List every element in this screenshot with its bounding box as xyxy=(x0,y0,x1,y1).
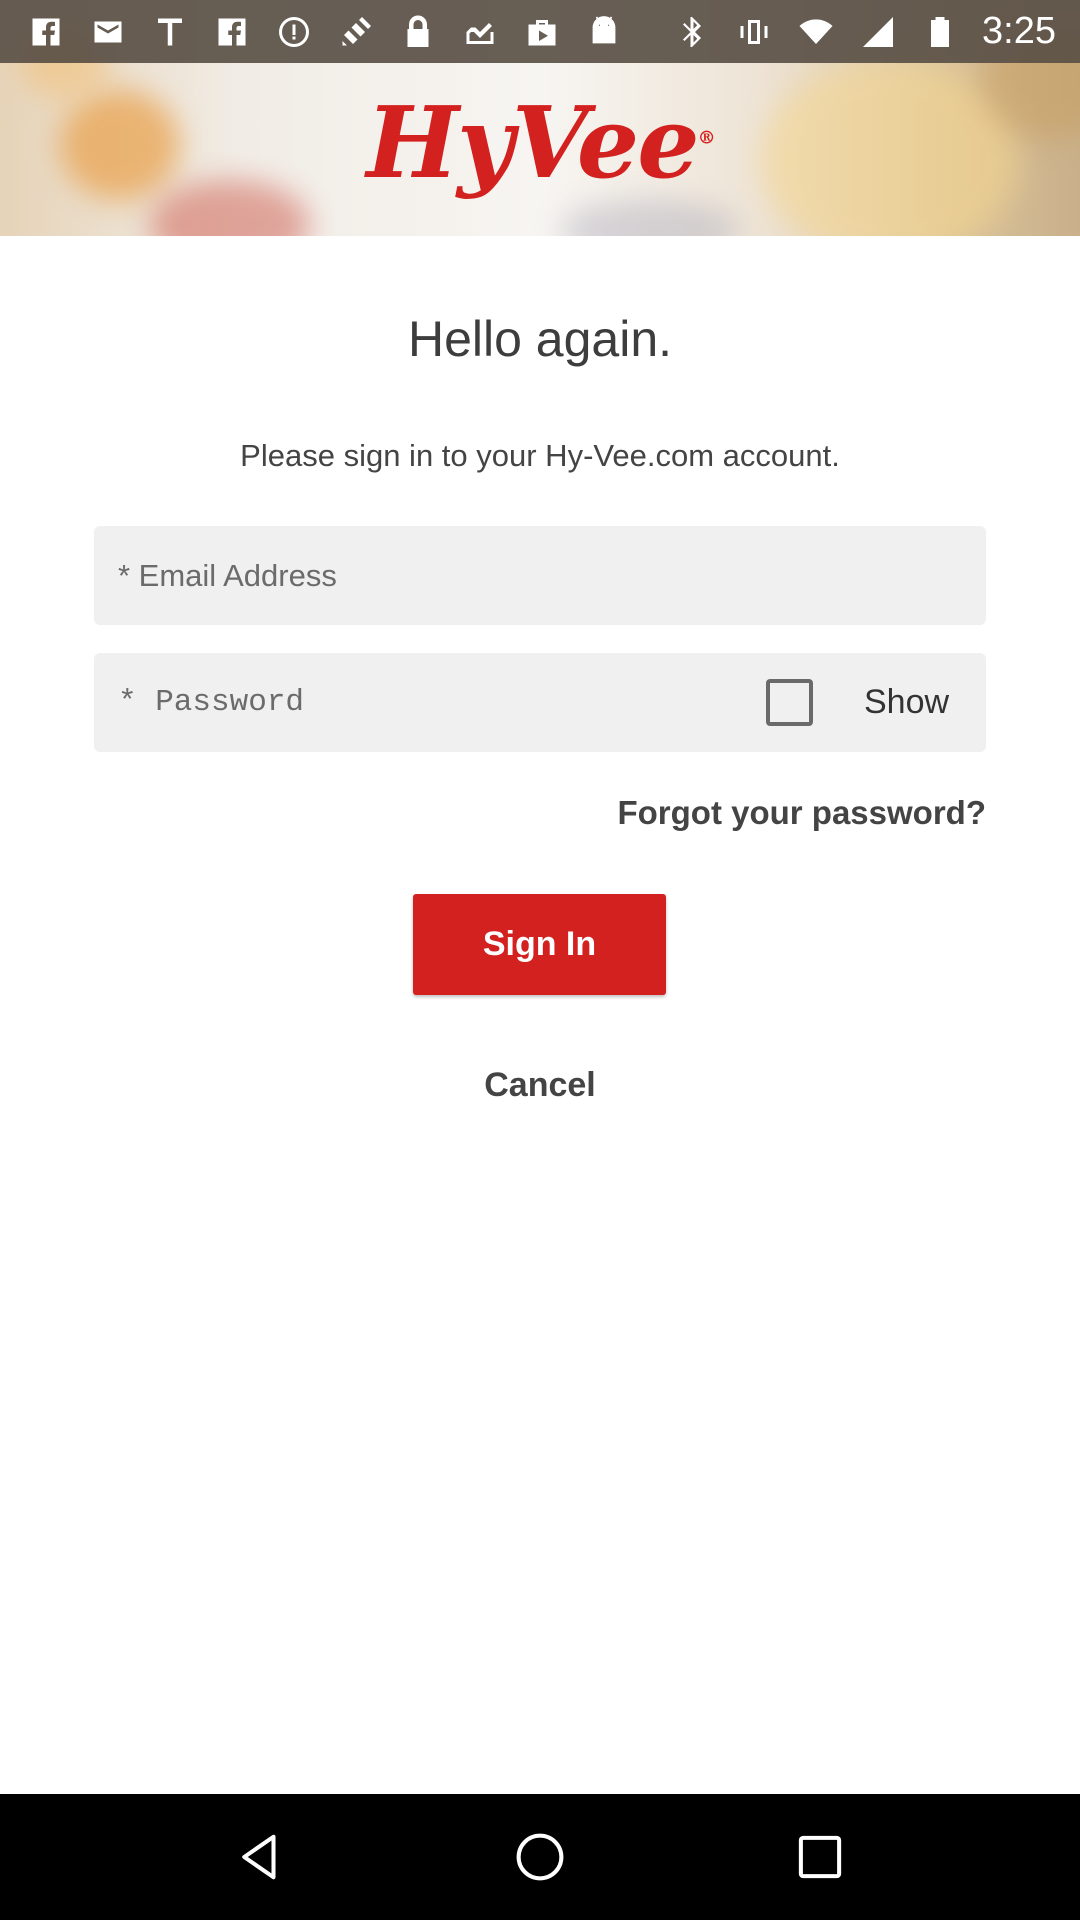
recents-button[interactable] xyxy=(780,1817,860,1897)
android-icon xyxy=(584,12,624,52)
bluetooth-icon xyxy=(672,12,712,52)
show-password-checkbox[interactable] xyxy=(766,679,813,726)
alert-icon xyxy=(274,12,314,52)
hyvee-logo: HyVee® xyxy=(0,95,1080,193)
password-field[interactable]: Show xyxy=(94,653,986,752)
recents-icon xyxy=(798,1835,842,1879)
mail-icon xyxy=(88,12,128,52)
text-t-icon xyxy=(150,12,190,52)
sign-in-button[interactable]: Sign In xyxy=(413,894,666,995)
inbox-check-icon xyxy=(460,12,500,52)
password-input[interactable] xyxy=(118,653,738,752)
play-store-icon xyxy=(522,12,562,52)
home-icon xyxy=(516,1833,564,1881)
show-password-label[interactable]: Show xyxy=(864,653,949,752)
lock-icon xyxy=(398,12,438,52)
email-field[interactable] xyxy=(94,526,986,625)
status-bar: 3:25 xyxy=(0,0,1080,63)
facebook-icon xyxy=(212,12,252,52)
page-title: Hello again. xyxy=(407,311,673,367)
cancel-button[interactable]: Cancel xyxy=(0,1066,1080,1105)
home-button[interactable] xyxy=(500,1817,580,1897)
forgot-password-link[interactable]: Forgot your password? xyxy=(617,794,986,832)
facebook-icon xyxy=(26,12,66,52)
page-subtitle: Please sign in to your Hy-Vee.com accoun… xyxy=(240,438,840,473)
signal-icon xyxy=(858,12,898,52)
navigation-bar xyxy=(0,1794,1080,1920)
back-button[interactable] xyxy=(220,1817,300,1897)
logo-text: HyVee xyxy=(366,86,699,201)
notification-icons xyxy=(26,12,624,52)
vibrate-icon xyxy=(734,12,774,52)
battery-icon xyxy=(920,12,960,52)
email-input[interactable] xyxy=(118,526,958,625)
system-icons: 3:25 xyxy=(672,10,1056,53)
registered-mark: ® xyxy=(697,127,716,149)
wifi-icon xyxy=(796,12,836,52)
satellite-icon xyxy=(336,12,376,52)
back-icon xyxy=(242,1834,276,1880)
clock: 3:25 xyxy=(982,10,1056,52)
